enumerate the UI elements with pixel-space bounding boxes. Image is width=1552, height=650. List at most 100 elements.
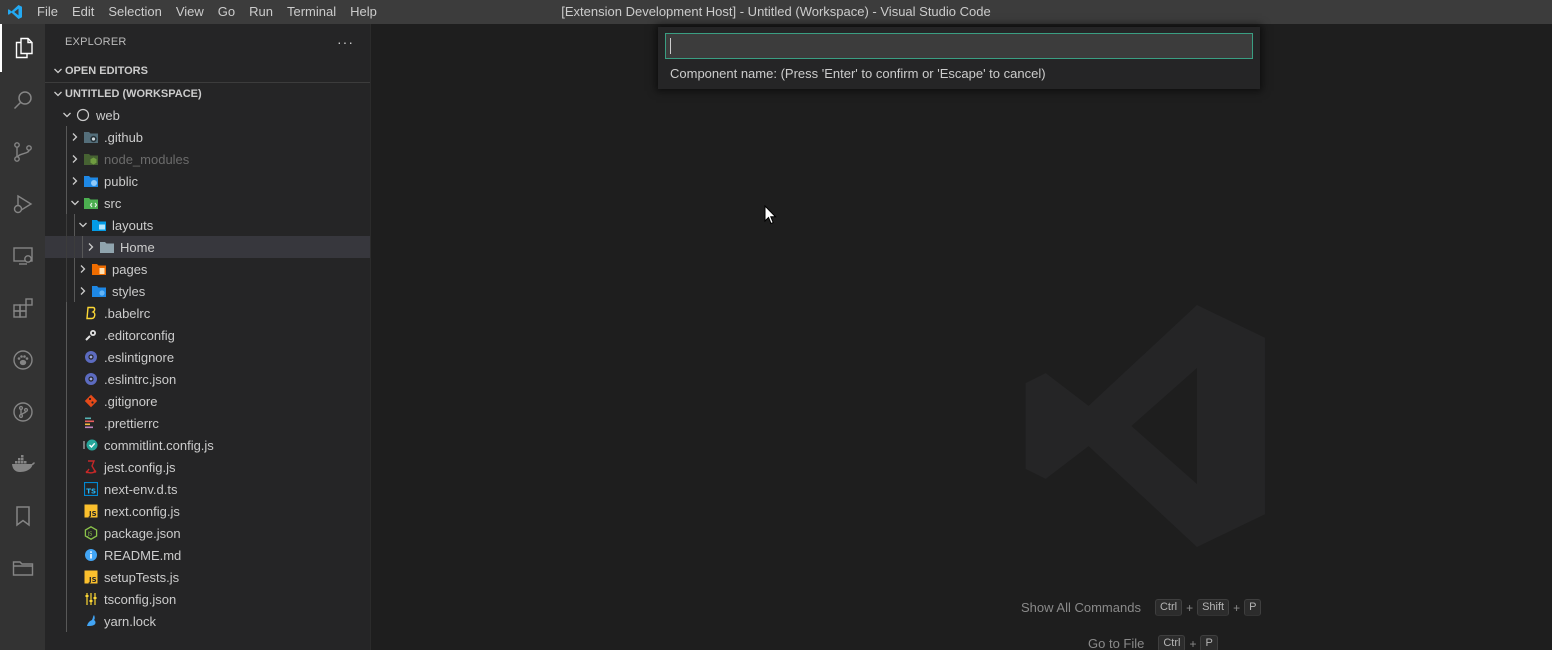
yarn-icon	[83, 613, 99, 629]
indent-guide	[74, 214, 75, 236]
indent-guide	[66, 390, 67, 412]
chevron-right-icon	[75, 258, 91, 280]
layouts-folder-icon	[91, 217, 107, 233]
info-icon	[83, 547, 99, 563]
tree-item-next-config-js[interactable]: JS next.config.js	[45, 500, 370, 522]
indent-guide	[74, 280, 75, 302]
chevron-down-icon	[51, 89, 65, 99]
tree-item-layouts[interactable]: layouts	[45, 214, 370, 236]
tree-item-public[interactable]: public	[45, 170, 370, 192]
tree-item-editorconfig[interactable]: .editorconfig	[45, 324, 370, 346]
more-actions-icon[interactable]: ···	[337, 34, 354, 50]
eslint-icon	[83, 349, 99, 365]
indent-guide	[66, 346, 67, 368]
indent-guide	[66, 258, 67, 280]
tree-item-pages[interactable]: pages	[45, 258, 370, 280]
tree-item-label: package.json	[104, 525, 181, 541]
indent-guide	[66, 434, 67, 456]
svg-text:TS: TS	[86, 488, 96, 496]
paw-icon[interactable]	[0, 336, 45, 384]
indent-guide	[66, 566, 67, 588]
commitlint-icon	[83, 437, 99, 453]
chevron-right-icon	[67, 148, 83, 170]
explorer-icon[interactable]	[0, 24, 45, 72]
tree-item-styles[interactable]: styles	[45, 280, 370, 302]
tree-item-label: .eslintignore	[104, 349, 175, 365]
chevron-down-icon	[75, 214, 91, 236]
editorconfig-icon	[83, 327, 99, 343]
tree-item-package-json[interactable]: JS package.json	[45, 522, 370, 544]
menu-view[interactable]: View	[169, 0, 211, 24]
tree-item-label: commitlint.config.js	[104, 437, 214, 453]
git-graph-icon[interactable]	[0, 388, 45, 436]
folder-icon[interactable]	[0, 544, 45, 592]
src-folder-icon	[83, 195, 99, 211]
tree-item-gitignore[interactable]: .gitignore	[45, 390, 370, 412]
quick-input-message: Component name: (Press 'Enter' to confir…	[670, 66, 1046, 81]
mouse-cursor-icon	[764, 204, 778, 228]
tree-item-babelrc[interactable]: .babelrc	[45, 302, 370, 324]
tree-item-commitlint-config-js[interactable]: commitlint.config.js	[45, 434, 370, 456]
tree-item-label: jest.config.js	[104, 459, 176, 475]
tree-item-jest-config-js[interactable]: jest.config.js	[45, 456, 370, 478]
source-control-icon[interactable]	[0, 128, 45, 176]
menu-edit[interactable]: Edit	[65, 0, 101, 24]
styles-folder-icon	[91, 283, 107, 299]
indent-guide	[66, 522, 67, 544]
indent-guide	[66, 126, 67, 148]
kbd-key: Ctrl	[1154, 599, 1183, 616]
tree-item-yarn-lock[interactable]: yarn.lock	[45, 610, 370, 632]
workspace-label: UNTITLED (WORKSPACE)	[65, 87, 202, 100]
tree-item-web[interactable]: web	[45, 104, 370, 126]
indent-guide	[66, 214, 67, 236]
tree-item-label: .github	[104, 129, 144, 145]
tree-item-prettierrc[interactable]: .prettierrc	[45, 412, 370, 434]
indent-guide	[66, 302, 67, 324]
indent-guide	[66, 236, 67, 258]
tree-item-readme-md[interactable]: README.md	[45, 544, 370, 566]
bookmark-icon[interactable]	[0, 492, 45, 540]
tree-item-home[interactable]: Home	[45, 236, 370, 258]
menu-help[interactable]: Help	[343, 0, 384, 24]
explorer-sidebar: EXPLORER ··· OPEN EDITORS UNTITLED (WORK…	[45, 24, 371, 650]
javascript-icon: JS	[83, 569, 99, 585]
docker-icon[interactable]	[0, 440, 45, 488]
kbd-key: Ctrl	[1158, 635, 1186, 650]
indent-guide	[66, 170, 67, 192]
tree-item-next-env-d-ts[interactable]: TS next-env.d.ts	[45, 478, 370, 500]
open-editors-section[interactable]: OPEN EDITORS	[45, 60, 370, 82]
tree-item-label: .editorconfig	[104, 327, 175, 343]
hint-label: Go to File	[1088, 636, 1145, 650]
menu-terminal[interactable]: Terminal	[280, 0, 343, 24]
chevron-down-icon	[51, 66, 65, 76]
menu-run[interactable]: Run	[242, 0, 280, 24]
menu-file[interactable]: File	[30, 0, 65, 24]
eslint-icon	[83, 371, 99, 387]
tree-item-setuptests-js[interactable]: JS setupTests.js	[45, 566, 370, 588]
tree-item-eslintrc-json[interactable]: .eslintrc.json	[45, 368, 370, 390]
tree-item-tsconfig-json[interactable]: tsconfig.json	[45, 588, 370, 610]
tsconfig-icon	[83, 591, 99, 607]
show-all-commands-hint: Show All Commands Ctrl + Shift + P	[1021, 599, 1262, 616]
tree-item-label: web	[96, 107, 120, 123]
tree-item-label: README.md	[104, 547, 182, 563]
tree-item-eslintignore[interactable]: .eslintignore	[45, 346, 370, 368]
svg-text:JS: JS	[88, 576, 97, 584]
menu-go[interactable]: Go	[211, 0, 242, 24]
extensions-icon[interactable]	[0, 284, 45, 332]
tree-item-node-modules[interactable]: node_modules	[45, 148, 370, 170]
go-to-file-hint: Go to File Ctrl + P	[1088, 635, 1218, 650]
babel-icon	[83, 305, 99, 321]
workspace-section[interactable]: UNTITLED (WORKSPACE)	[45, 82, 370, 104]
tree-item-label: .babelrc	[104, 305, 151, 321]
jest-icon	[83, 459, 99, 475]
search-icon[interactable]	[0, 76, 45, 124]
menu-selection[interactable]: Selection	[101, 0, 168, 24]
tree-item-github[interactable]: .github	[45, 126, 370, 148]
component-name-input[interactable]	[665, 33, 1253, 59]
run-debug-icon[interactable]	[0, 180, 45, 228]
tree-item-src[interactable]: src	[45, 192, 370, 214]
remote-explorer-icon[interactable]	[0, 232, 45, 280]
